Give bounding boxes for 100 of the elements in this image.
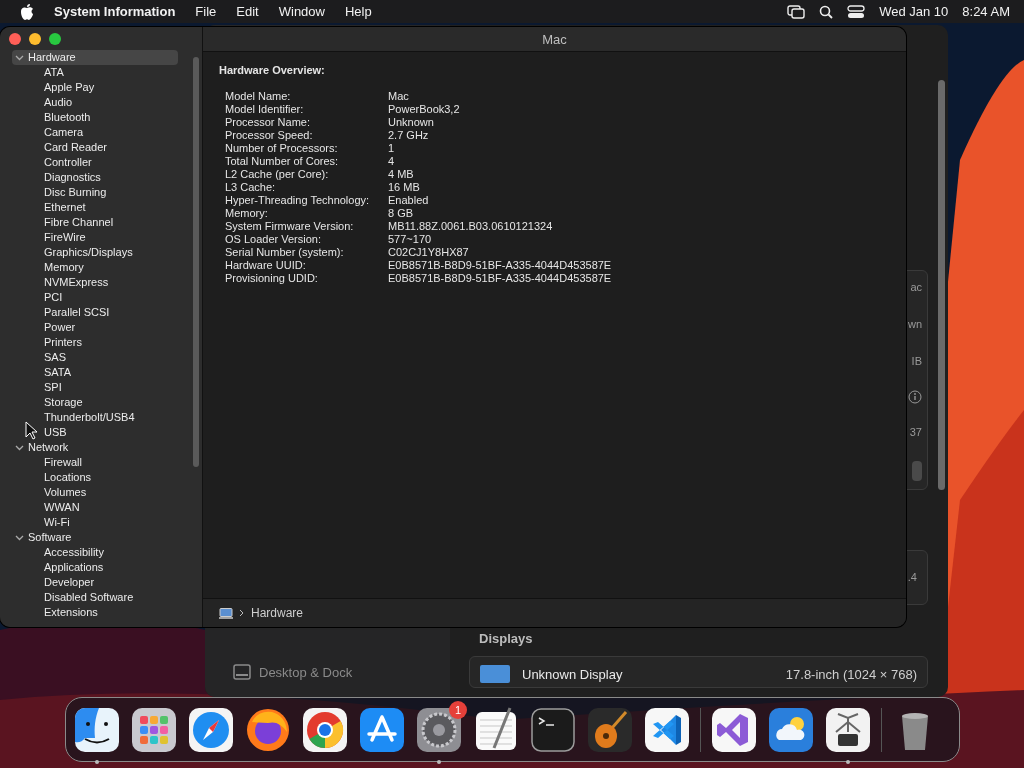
- sidebar-item[interactable]: Extensions: [44, 605, 178, 620]
- sidebar-item[interactable]: Ethernet: [44, 200, 178, 215]
- property-label: OS Loader Version:: [225, 233, 322, 246]
- sidebar-item[interactable]: Thunderbolt/USB4: [44, 410, 178, 425]
- property-label: Provisioning UDID:: [225, 272, 319, 285]
- sidebar-item[interactable]: Parallel SCSI: [44, 305, 178, 320]
- settings-sidebar-item[interactable]: Desktop & Dock: [233, 661, 450, 683]
- chevron-icon[interactable]: [15, 533, 24, 542]
- sidebar-item[interactable]: Firewall: [44, 455, 178, 470]
- property-value: 577~170: [388, 233, 433, 246]
- gear-icon[interactable]: [415, 705, 463, 754]
- property-value: Unknown: [388, 116, 435, 129]
- infinity-ribbon-icon[interactable]: [710, 705, 758, 754]
- property-label: Total Number of Cores:: [225, 155, 340, 168]
- sidebar-item[interactable]: Disc Burning: [44, 185, 178, 200]
- property-value: 4 MB: [388, 168, 415, 181]
- sidebar-item[interactable]: ATA: [44, 65, 178, 80]
- menu-item[interactable]: Window: [278, 4, 325, 19]
- sidebar-item[interactable]: Apple Pay: [44, 80, 178, 95]
- menu-item[interactable]: File: [195, 4, 217, 19]
- property-value: Enabled: [388, 194, 430, 207]
- chip-caliper-icon[interactable]: [824, 705, 872, 754]
- sidebar-item[interactable]: SPI: [44, 380, 178, 395]
- sidebar-item[interactable]: Power: [44, 320, 178, 335]
- cursor-icon: [25, 421, 38, 440]
- windows-icon[interactable]: [787, 4, 806, 19]
- sidebar-item[interactable]: Applications: [44, 560, 178, 575]
- sidebar-item[interactable]: USB: [44, 425, 178, 440]
- notification-badge: 1: [449, 700, 467, 719]
- menu-bar-date[interactable]: Wed Jan 10: [879, 4, 949, 19]
- sidebar-item[interactable]: SAS: [44, 350, 178, 365]
- sidebar-item[interactable]: Audio: [44, 95, 178, 110]
- apple-icon[interactable]: [20, 3, 34, 20]
- sidebar-item[interactable]: Memory: [44, 260, 178, 275]
- app-menu[interactable]: System Information: [54, 4, 176, 19]
- cloud-sun-icon[interactable]: [767, 705, 815, 754]
- sidebar-item[interactable]: FireWire: [44, 230, 178, 245]
- dock-icon: [233, 664, 251, 680]
- chrome-icon[interactable]: [301, 705, 349, 754]
- sidebar-item[interactable]: PCI: [44, 290, 178, 305]
- menu-item[interactable]: Edit: [236, 4, 259, 19]
- chevron-icon[interactable]: [15, 53, 24, 62]
- display-size: 17.8-inch (1024 × 768): [785, 666, 917, 682]
- terminal-icon[interactable]: [529, 705, 577, 754]
- sidebar-item[interactable]: Developer: [44, 575, 178, 590]
- chevron-icon[interactable]: [15, 443, 24, 452]
- property-label: Model Name:: [225, 90, 292, 103]
- scrollbar[interactable]: [938, 80, 945, 490]
- info-icon[interactable]: [908, 390, 922, 404]
- sidebar-item[interactable]: Camera: [44, 125, 178, 140]
- display-icon: [480, 665, 510, 683]
- window-title: Mac: [542, 31, 567, 47]
- menu-bar-clock[interactable]: 8:24 AM: [962, 4, 1010, 19]
- sidebar-item[interactable]: Volumes: [44, 485, 178, 500]
- sidebar-item[interactable]: Accessibility: [44, 545, 178, 560]
- sidebar-item[interactable]: Fibre Channel: [44, 215, 178, 230]
- chevron-icon: [239, 609, 245, 617]
- property-value: PowerBook3,2: [388, 103, 461, 116]
- app-grid-icon[interactable]: [130, 705, 178, 754]
- guitar-icon[interactable]: [586, 705, 634, 754]
- sidebar-item[interactable]: Wi-Fi: [44, 515, 178, 530]
- path-item[interactable]: Hardware: [251, 606, 304, 620]
- sidebar-item[interactable]: Controller: [44, 155, 178, 170]
- menu-item[interactable]: Help: [344, 4, 372, 19]
- sidebar-item[interactable]: Printers: [44, 335, 178, 350]
- finder-icon[interactable]: [73, 705, 121, 754]
- property-value: 8 GB: [388, 207, 415, 220]
- close-button[interactable]: [9, 33, 21, 45]
- sidebar-item[interactable]: SATA: [44, 365, 178, 380]
- minimize-button[interactable]: [29, 33, 41, 45]
- info-value: ac: [910, 280, 922, 295]
- sidebar-item[interactable]: Card Reader: [44, 140, 178, 155]
- sidebar-item[interactable]: Locations: [44, 470, 178, 485]
- section-heading: Hardware Overview:: [219, 64, 326, 76]
- display-name: Unknown Display: [522, 666, 624, 682]
- laptop-icon: [219, 607, 233, 619]
- sidebar-item[interactable]: Diagnostics: [44, 170, 178, 185]
- property-value: 2.7 GHz: [388, 129, 430, 142]
- sidebar-item[interactable]: Disabled Software: [44, 590, 178, 605]
- display-card[interactable]: Unknown Display 17.8-inch (1024 × 768): [469, 656, 928, 688]
- sidebar-item[interactable]: WWAN: [44, 500, 178, 515]
- property-label: L3 Cache:: [225, 181, 277, 194]
- sidebar-item[interactable]: Storage: [44, 395, 178, 410]
- code-editor-icon[interactable]: [643, 705, 691, 754]
- app-store-icon[interactable]: [358, 705, 406, 754]
- compass-icon[interactable]: [187, 705, 235, 754]
- sidebar-item[interactable]: Graphics/Displays: [44, 245, 178, 260]
- property-label: L2 Cache (per Core):: [225, 168, 330, 181]
- control-center-icon[interactable]: [847, 4, 866, 19]
- property-label: Hyper-Threading Technology:: [225, 194, 371, 207]
- sidebar-item[interactable]: Bluetooth: [44, 110, 178, 125]
- search-icon[interactable]: [819, 4, 834, 19]
- sidebar-item[interactable]: Network: [12, 440, 178, 455]
- property-label: Number of Processors:: [225, 142, 339, 155]
- info-value: 37: [909, 425, 922, 440]
- zoom-button[interactable]: [49, 33, 61, 45]
- scrollbar[interactable]: [193, 57, 199, 467]
- sidebar-item[interactable]: Hardware: [12, 50, 178, 65]
- sidebar-item[interactable]: Software: [12, 530, 178, 545]
- sidebar-item[interactable]: NVMExpress: [44, 275, 178, 290]
